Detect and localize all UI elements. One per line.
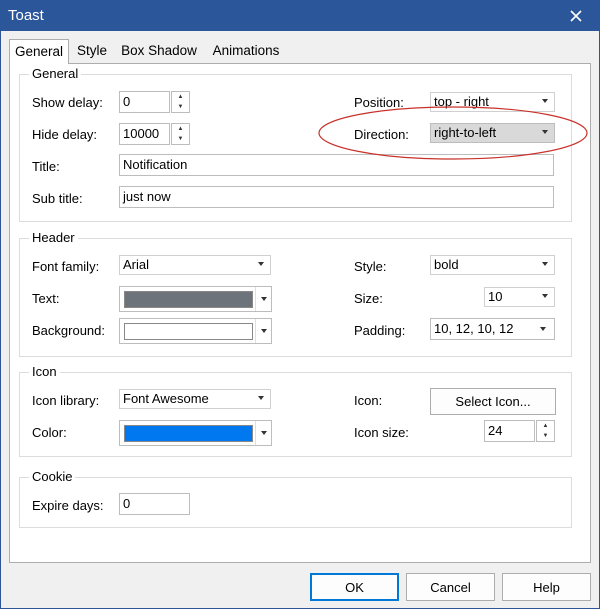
- icon-size-input[interactable]: 24: [484, 420, 535, 442]
- text-color-picker[interactable]: [119, 286, 272, 312]
- icon-library-select[interactable]: Font Awesome: [119, 389, 271, 409]
- expire-days-label: Expire days:: [32, 498, 104, 513]
- dropdown-arrow-icon: [540, 327, 546, 331]
- help-button[interactable]: Help: [502, 573, 591, 601]
- expire-days-input[interactable]: 0: [119, 493, 190, 515]
- dropdown-arrow-icon: [542, 294, 548, 298]
- close-icon: [570, 10, 582, 22]
- size-select[interactable]: 10: [484, 287, 555, 307]
- icon-library-value: Font Awesome: [123, 391, 209, 406]
- text-color-label: Text:: [32, 291, 60, 306]
- text-color-dropdown[interactable]: [255, 287, 271, 311]
- tab-style[interactable]: Style: [73, 39, 111, 63]
- tab-box-shadow[interactable]: Box Shadow: [118, 39, 200, 63]
- icon-color-label: Color:: [32, 425, 67, 440]
- ok-button[interactable]: OK: [310, 573, 399, 601]
- size-value: 10: [488, 289, 503, 304]
- stepper-up-icon[interactable]: ▲: [172, 92, 189, 102]
- icon-size-label: Icon size:: [354, 425, 409, 440]
- window-title: Toast: [8, 7, 44, 24]
- tab-general[interactable]: General: [9, 39, 69, 64]
- group-icon-title: Icon: [29, 364, 60, 379]
- cancel-button[interactable]: Cancel: [406, 573, 495, 601]
- stepper-down-icon[interactable]: ▼: [537, 431, 554, 441]
- stepper-up-icon[interactable]: ▲: [537, 421, 554, 431]
- hide-delay-label: Hide delay:: [32, 127, 98, 142]
- background-color-picker[interactable]: [119, 318, 272, 344]
- sub-title-input[interactable]: just now: [119, 186, 554, 208]
- toast-dialog: Toast General Style Box Shadow Animation…: [0, 0, 600, 609]
- select-icon-button[interactable]: Select Icon...: [430, 388, 556, 415]
- highlight-ellipse: [318, 106, 588, 160]
- hide-delay-input[interactable]: 10000: [119, 123, 170, 145]
- style-value: bold: [434, 257, 459, 272]
- font-family-label: Font family:: [32, 259, 100, 274]
- stepper-up-icon[interactable]: ▲: [172, 124, 189, 134]
- sub-title-label: Sub title:: [32, 191, 83, 206]
- dropdown-arrow-icon: [542, 99, 548, 103]
- title-bar: Toast: [1, 1, 599, 31]
- dropdown-arrow-icon: [261, 329, 267, 333]
- dropdown-arrow-icon: [542, 262, 548, 266]
- text-color-swatch: [124, 291, 253, 308]
- background-color-dropdown[interactable]: [255, 319, 271, 343]
- show-delay-input[interactable]: 0: [119, 91, 170, 113]
- icon-color-dropdown[interactable]: [255, 421, 271, 445]
- background-color-label: Background:: [32, 323, 105, 338]
- icon-label: Icon:: [354, 393, 383, 408]
- title-label: Title:: [32, 159, 60, 174]
- tab-animations[interactable]: Animations: [207, 39, 285, 63]
- show-delay-label: Show delay:: [32, 95, 103, 110]
- group-cookie-title: Cookie: [29, 469, 76, 484]
- style-label: Style:: [354, 259, 387, 274]
- padding-label: Padding:: [354, 323, 406, 338]
- style-select[interactable]: bold: [430, 255, 555, 275]
- stepper-down-icon[interactable]: ▼: [172, 134, 189, 144]
- font-family-select[interactable]: Arial: [119, 255, 271, 275]
- padding-value: 10, 12, 10, 12: [434, 321, 514, 336]
- icon-library-label: Icon library:: [32, 393, 100, 408]
- icon-size-stepper[interactable]: ▲ ▼: [536, 420, 555, 442]
- dropdown-arrow-icon: [258, 262, 264, 266]
- dropdown-arrow-icon: [258, 396, 264, 400]
- padding-input[interactable]: 10, 12, 10, 12: [430, 318, 555, 340]
- background-color-swatch: [124, 323, 253, 340]
- hide-delay-stepper[interactable]: ▲ ▼: [171, 123, 190, 145]
- group-header-title: Header: [29, 230, 78, 245]
- size-label: Size:: [354, 291, 383, 306]
- dropdown-arrow-icon: [261, 297, 267, 301]
- icon-color-picker[interactable]: [119, 420, 272, 446]
- show-delay-stepper[interactable]: ▲ ▼: [171, 91, 190, 113]
- icon-color-swatch: [124, 425, 253, 442]
- font-family-value: Arial: [123, 257, 150, 272]
- stepper-down-icon[interactable]: ▼: [172, 102, 189, 112]
- group-general-title: General: [29, 66, 82, 81]
- close-button[interactable]: [553, 1, 599, 31]
- dropdown-arrow-icon: [261, 431, 267, 435]
